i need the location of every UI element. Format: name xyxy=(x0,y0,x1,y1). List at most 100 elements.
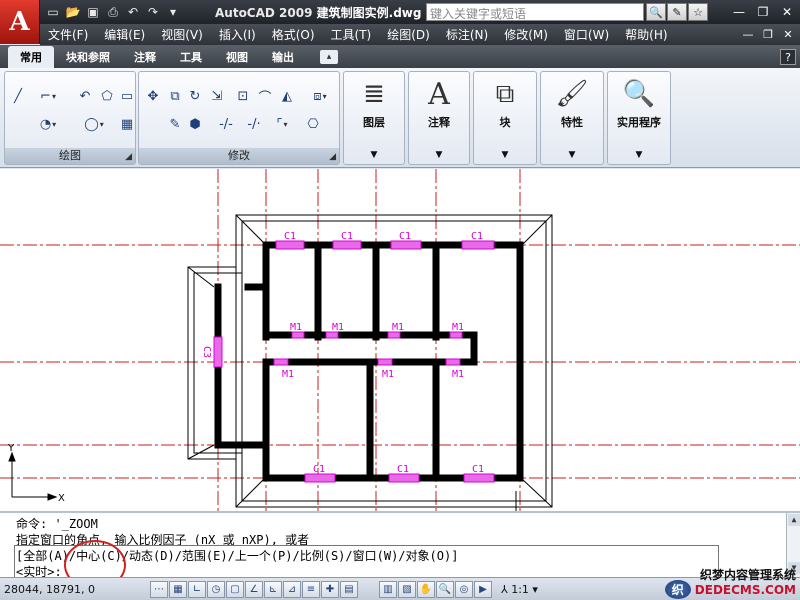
hatch-icon[interactable]: ▦ xyxy=(117,114,137,134)
menu-help[interactable]: 帮助(H) xyxy=(617,26,675,43)
command-window[interactable]: 命令: '_ZOOM 指定窗口的角点, 输入比例因子 (nX 或 nXP), 或… xyxy=(0,511,800,590)
object-snap-tracking-icon[interactable]: ∠ xyxy=(245,580,263,598)
dynamic-ucs-icon[interactable]: ⊾ xyxy=(264,580,282,598)
search-input[interactable]: 键入关键字或短语 xyxy=(426,3,644,21)
zoom-icon[interactable]: 🔍 xyxy=(436,580,454,598)
grid-display-icon[interactable]: ▦ xyxy=(169,580,187,598)
chamfer-icon[interactable]: ⌜ xyxy=(267,114,297,134)
favorites-star-icon[interactable]: ☆ xyxy=(688,3,708,21)
3d-operation-icon[interactable]: ⬢ xyxy=(185,114,205,134)
tab-annotate[interactable]: 注释 xyxy=(122,46,168,68)
app-name: AutoCAD 2009 xyxy=(215,6,313,20)
properties-panel[interactable]: 🖌 特性 ▼ xyxy=(540,71,604,165)
object-snap-icon[interactable]: ▢ xyxy=(226,580,244,598)
communication-center-icon[interactable]: ✎ xyxy=(667,3,687,21)
menu-window[interactable]: 窗口(W) xyxy=(556,26,617,43)
model-layout-icon[interactable]: ▥ xyxy=(379,580,397,598)
restore-icon[interactable]: ❐ xyxy=(752,3,774,20)
block-panel[interactable]: ⧉ 块 ▼ xyxy=(473,71,537,165)
tab-output[interactable]: 输出 xyxy=(260,46,306,68)
layers-panel[interactable]: ≣ 图层 ▼ xyxy=(343,71,405,165)
move-icon[interactable]: ✥ xyxy=(143,86,163,106)
tab-home[interactable]: 常用 xyxy=(8,46,54,68)
tab-tools[interactable]: 工具 xyxy=(168,46,214,68)
ortho-mode-icon[interactable]: ∟ xyxy=(188,580,206,598)
annotation-scale[interactable]: ⅄ 1:1 ▾ xyxy=(501,583,538,596)
fillet-icon[interactable]: ⌒ xyxy=(255,86,275,106)
door-7 xyxy=(445,358,461,366)
utilities-dropdown-icon[interactable]: ▼ xyxy=(608,150,670,160)
rotate-icon[interactable]: ↻ xyxy=(185,86,205,106)
menu-format[interactable]: 格式(O) xyxy=(264,26,323,43)
properties-dropdown-icon[interactable]: ▼ xyxy=(541,150,603,160)
menu-draw[interactable]: 绘图(D) xyxy=(379,26,438,43)
print-icon[interactable]: ⎙ xyxy=(104,3,122,21)
showmotion-icon[interactable]: ▶ xyxy=(474,580,492,598)
doc-minimize-icon[interactable]: — xyxy=(740,26,756,42)
menu-file[interactable]: 文件(F) xyxy=(40,26,96,43)
drawing-canvas[interactable]: C1 C1 C1 C1 C1 C1 C1 M1 M1 M1 M1 M1 M1 M… xyxy=(0,169,800,511)
label-c1-6: C1 xyxy=(397,464,409,475)
ellipse-icon[interactable]: ◯ xyxy=(77,114,111,134)
line-icon[interactable]: ╱ xyxy=(8,86,28,106)
modify-panel-expand-icon[interactable]: ◢ xyxy=(329,152,336,162)
array-icon[interactable]: ⧈ xyxy=(305,86,335,106)
new-file-icon[interactable]: ▭ xyxy=(44,3,62,21)
polyline-icon[interactable]: ⌐ xyxy=(33,86,63,106)
circle-icon[interactable]: ◔ xyxy=(31,114,65,134)
tab-view[interactable]: 视图 xyxy=(214,46,260,68)
draw-panel-expand-icon[interactable]: ◢ xyxy=(125,152,132,162)
ribbon-tabs: 常用 块和参照 注释 工具 视图 输出 ▴ ? xyxy=(0,45,800,68)
lineweight-icon[interactable]: ≡ xyxy=(302,580,320,598)
coordinate-readout[interactable]: 28044, 18791, 0 xyxy=(0,583,150,596)
dynamic-input-icon[interactable]: ⊿ xyxy=(283,580,301,598)
application-menu-button[interactable]: A xyxy=(0,0,40,44)
layout-icon[interactable]: ▧ xyxy=(398,580,416,598)
ribbon-minimize-icon[interactable]: ▴ xyxy=(320,50,338,64)
block-dropdown-icon[interactable]: ▼ xyxy=(474,150,536,160)
pan-icon[interactable]: ✋ xyxy=(417,580,435,598)
erase-icon[interactable]: ✎ xyxy=(165,114,185,134)
model-space-icon[interactable]: ▤ xyxy=(340,580,358,598)
layers-dropdown-icon[interactable]: ▼ xyxy=(344,150,404,160)
menu-tools[interactable]: 工具(T) xyxy=(323,26,380,43)
steeringwheel-icon[interactable]: ◎ xyxy=(455,580,473,598)
save-icon[interactable]: ▣ xyxy=(84,3,102,21)
menu-insert[interactable]: 插入(I) xyxy=(211,26,264,43)
menu-view[interactable]: 视图(V) xyxy=(153,26,211,43)
qat-dropdown-icon[interactable]: ▾ xyxy=(164,3,182,21)
copy-icon[interactable]: ⧉ xyxy=(165,86,185,106)
quick-properties-icon[interactable]: ✚ xyxy=(321,580,339,598)
annotation-panel[interactable]: A 注释 ▼ xyxy=(408,71,470,165)
utilities-panel[interactable]: 🔍 实用程序 ▼ xyxy=(607,71,671,165)
tab-blocks-references[interactable]: 块和参照 xyxy=(54,46,122,68)
annotation-dropdown-icon[interactable]: ▼ xyxy=(409,150,469,160)
extend-icon[interactable]: -/· xyxy=(239,114,269,134)
trim-icon[interactable]: -/- xyxy=(211,114,241,134)
scroll-up-icon[interactable]: ▲ xyxy=(788,514,800,526)
polygon-icon[interactable]: ⬠ xyxy=(97,86,117,106)
explode-icon[interactable]: ⎔ xyxy=(303,114,323,134)
redo-icon[interactable]: ↷ xyxy=(144,3,162,21)
search-icon[interactable]: 🔍 xyxy=(646,3,666,21)
door-5 xyxy=(273,358,289,366)
close-icon[interactable]: ✕ xyxy=(776,3,798,20)
menu-modify[interactable]: 修改(M) xyxy=(496,26,556,43)
help-icon[interactable]: ? xyxy=(780,49,796,65)
open-folder-icon[interactable]: 📂 xyxy=(64,3,82,21)
doc-close-icon[interactable]: ✕ xyxy=(780,26,796,42)
stretch-icon[interactable]: ⇲ xyxy=(207,86,227,106)
doc-restore-icon[interactable]: ❐ xyxy=(760,26,776,42)
mirror-icon[interactable]: ◭ xyxy=(277,86,297,106)
scale-icon[interactable]: ⊡ xyxy=(233,86,253,106)
rectangle-icon[interactable]: ▭ xyxy=(117,86,137,106)
undo-icon[interactable]: ↶ xyxy=(124,3,142,21)
walls xyxy=(214,241,524,482)
menu-dimension[interactable]: 标注(N) xyxy=(438,26,496,43)
minimize-icon[interactable]: — xyxy=(728,3,750,20)
modify-panel-title: 修改 xyxy=(139,148,339,164)
snap-mode-icon[interactable]: ⋯ xyxy=(150,580,168,598)
arc-icon[interactable]: ↶ xyxy=(75,86,95,106)
polar-tracking-icon[interactable]: ◷ xyxy=(207,580,225,598)
menu-edit[interactable]: 编辑(E) xyxy=(96,26,153,43)
